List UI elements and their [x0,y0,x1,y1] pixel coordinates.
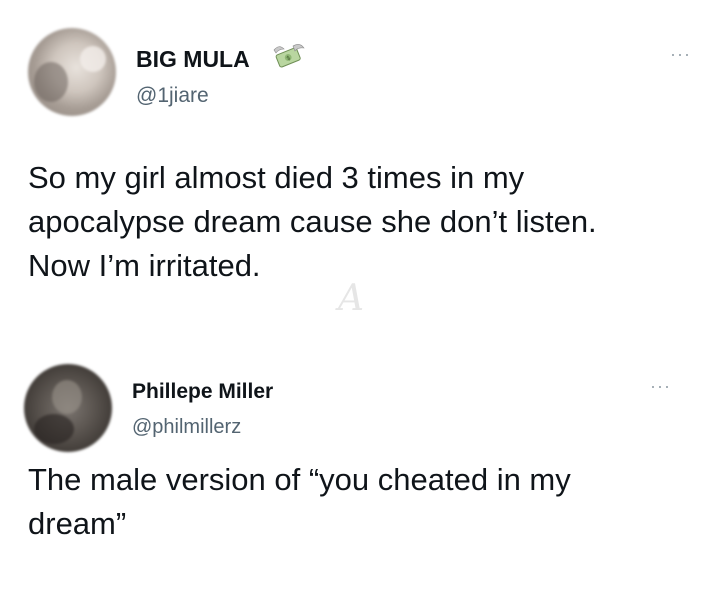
tweet-text-line: dream” [28,506,127,541]
money-with-wings-icon: $ [273,44,305,68]
tweet-card: BIG MULA $ @1jiare ··· So my girl almost… [0,0,720,330]
tweet-text-line: The male version of “you cheated in my [28,462,571,497]
display-name[interactable]: BIG MULA [136,46,250,73]
avatar[interactable] [24,364,112,452]
display-name[interactable]: Phillepe Miller [132,380,273,404]
more-options-icon[interactable]: ··· [670,44,691,65]
tweet-card: Phillepe Miller @philmillerz ··· The mal… [0,330,720,596]
avatar[interactable] [28,28,116,116]
watermark-logo: A [338,278,364,319]
handle[interactable]: @1jiare [136,84,209,108]
tweet-text-line: Now I’m irritated. [28,248,261,283]
tweet-text: So my girl almost died 3 times in my apo… [28,156,708,288]
tweet-text-line: apocalypse dream cause she don’t listen. [28,204,597,239]
tweet-text-line: So my girl almost died 3 times in my [28,160,525,195]
handle[interactable]: @philmillerz [132,416,241,439]
tweet-text: The male version of “you cheated in my d… [28,458,708,546]
more-options-icon[interactable]: ··· [650,376,671,397]
